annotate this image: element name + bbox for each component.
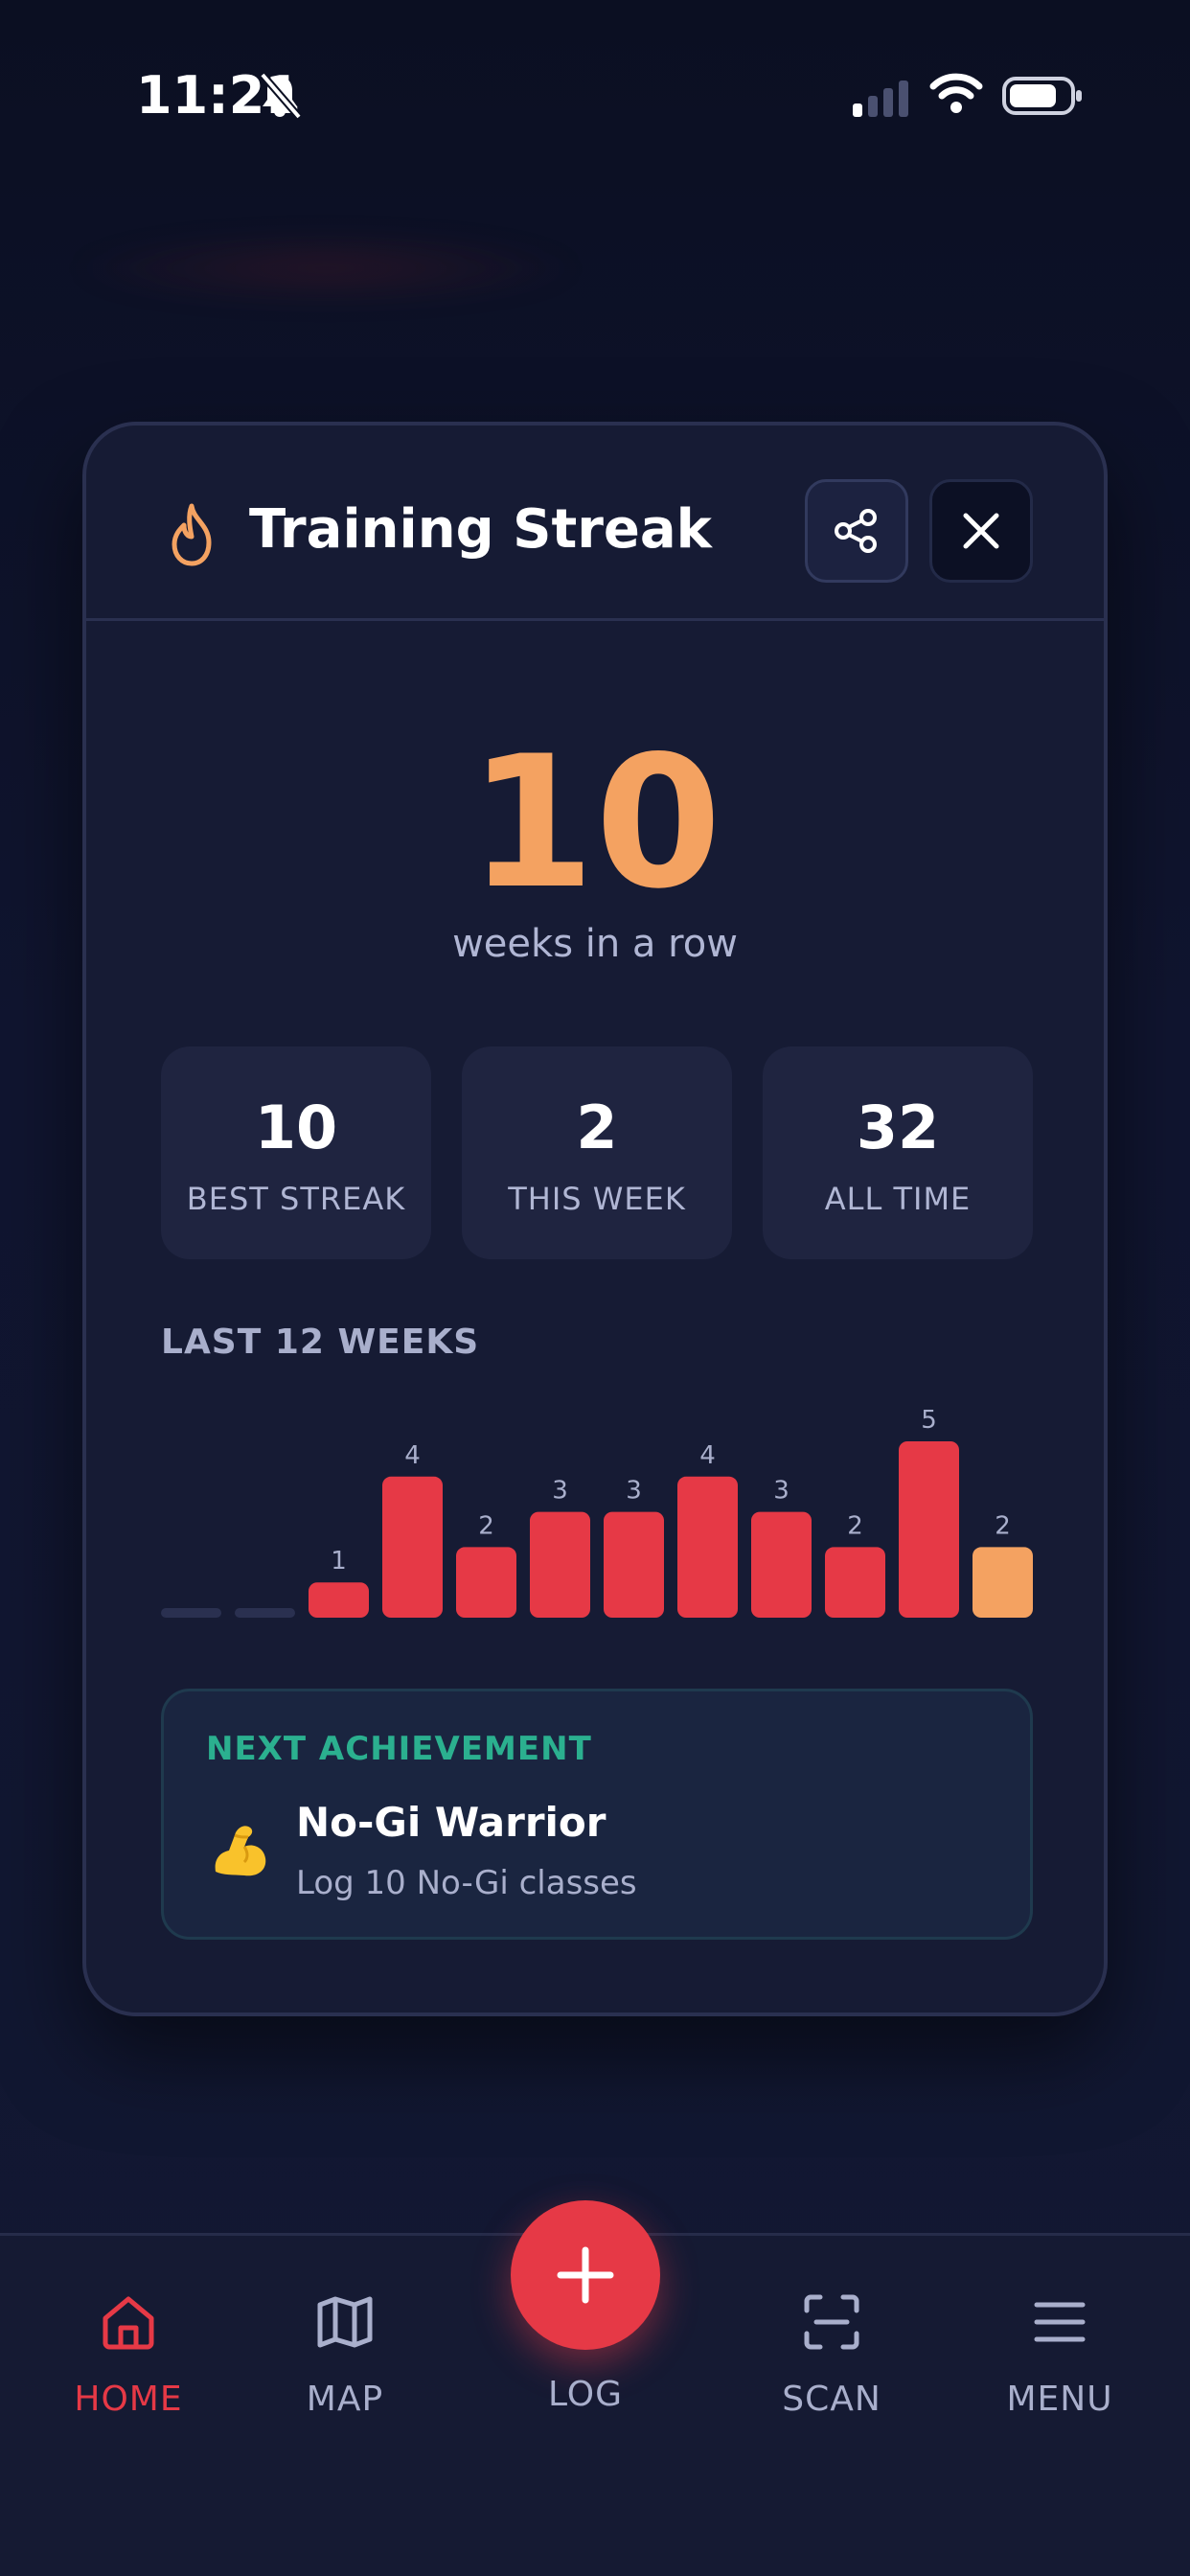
flexed-biceps-icon: [215, 1826, 266, 1876]
chart-bar-value-label: 1: [331, 1547, 347, 1576]
chart-bar-value-label: 3: [773, 1477, 790, 1506]
stat-all-time: 32 ALL TIME: [763, 1046, 1033, 1259]
streak-label: weeks in a row: [452, 922, 738, 966]
map-icon: [317, 2296, 373, 2348]
close-button[interactable]: [929, 479, 1033, 583]
share-button[interactable]: [805, 479, 908, 583]
training-streak-card: Training Streak 10 weeks in a row 10 BES…: [82, 422, 1108, 2016]
chart-bar: [309, 1582, 369, 1618]
stat-value: 32: [856, 1092, 940, 1162]
weekly-bar-chart: 1 4 2 3 3 4 3 2 5 2: [161, 1406, 1033, 1618]
streak-count: 10: [468, 717, 722, 929]
status-bar: 11:21: [0, 0, 1190, 192]
chart-bar-value-label: 5: [921, 1406, 937, 1435]
chart-bar-value-label: 3: [626, 1477, 642, 1506]
home-icon: [103, 2296, 154, 2350]
stat-best-streak: 10 BEST STREAK: [161, 1046, 431, 1259]
card-title: Training Streak: [249, 498, 712, 561]
chart-bar-value-label: 2: [478, 1511, 494, 1540]
stat-label: ALL TIME: [824, 1181, 972, 1217]
chart-bar-value-label: 4: [699, 1441, 716, 1470]
chart-bar: [456, 1547, 516, 1618]
chart-bar-empty: [235, 1608, 295, 1618]
cellular-signal-icon: [853, 80, 908, 117]
nav-menu[interactable]: MENU: [964, 2293, 1156, 2466]
battery-icon: [1002, 77, 1082, 115]
weeks-chart-title: LAST 12 WEEKS: [161, 1322, 480, 1362]
stat-this-week: 2 THIS WEEK: [462, 1046, 732, 1259]
wifi-icon: [929, 73, 983, 113]
nav-map[interactable]: MAP: [249, 2293, 441, 2466]
chart-bar: [825, 1547, 885, 1618]
screen: 11:21 Training Streak 10 weeks in a row …: [0, 0, 1190, 2576]
plus-icon: [557, 2246, 614, 2304]
nav-label-log: LOG: [547, 2375, 623, 2414]
menu-icon: [1034, 2302, 1086, 2342]
stat-value: 10: [254, 1092, 338, 1162]
chart-bar: [382, 1476, 443, 1618]
chart-bar: [899, 1441, 959, 1618]
nav-label: MAP: [306, 2380, 384, 2419]
flame-icon: [172, 503, 212, 566]
next-achievement-card[interactable]: NEXT ACHIEVEMENT No-Gi Warrior Log 10 No…: [161, 1689, 1033, 1940]
bell-muted-icon: [259, 72, 303, 120]
chart-bar-value-label: 2: [847, 1511, 863, 1540]
chart-bar: [677, 1476, 738, 1618]
stat-label: THIS WEEK: [508, 1181, 686, 1217]
chart-bar-current-week: [973, 1547, 1033, 1618]
chart-bar-value-label: 2: [995, 1511, 1011, 1540]
chart-bar: [751, 1511, 812, 1618]
chart-bar: [604, 1511, 664, 1618]
log-button[interactable]: [511, 2200, 660, 2350]
card-header: Training Streak: [86, 426, 1104, 621]
achievement-label: NEXT ACHIEVEMENT: [206, 1730, 592, 1768]
chart-bar-value-label: 4: [404, 1441, 421, 1470]
stat-label: BEST STREAK: [186, 1181, 406, 1217]
chart-bar-value-label: 3: [552, 1477, 568, 1506]
scan-icon: [804, 2294, 859, 2350]
share-icon: [835, 509, 877, 553]
stat-value: 2: [576, 1092, 618, 1162]
chart-bar: [530, 1511, 590, 1618]
nav-label: HOME: [74, 2380, 183, 2419]
nav-label: SCAN: [782, 2380, 881, 2419]
nav-home[interactable]: HOME: [33, 2293, 224, 2466]
close-icon: [963, 513, 999, 549]
achievement-title: No-Gi Warrior: [296, 1799, 606, 1846]
nav-label: MENU: [1006, 2380, 1113, 2419]
background-blur: [67, 230, 584, 307]
nav-scan[interactable]: SCAN: [736, 2293, 927, 2466]
chart-bar-empty: [161, 1608, 221, 1618]
achievement-description: Log 10 No-Gi classes: [296, 1864, 637, 1902]
